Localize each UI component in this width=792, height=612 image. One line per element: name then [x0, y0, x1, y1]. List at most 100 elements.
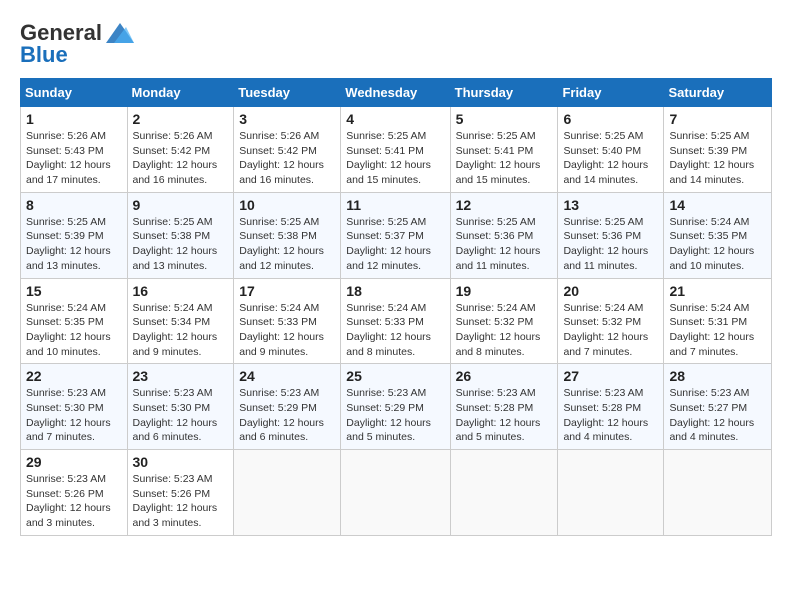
calendar-cell: 15 Sunrise: 5:24 AMSunset: 5:35 PMDayligh…	[21, 278, 128, 364]
day-info: Sunrise: 5:25 AMSunset: 5:36 PMDaylight:…	[563, 215, 658, 274]
calendar-cell: 26 Sunrise: 5:23 AMSunset: 5:28 PMDayligh…	[450, 364, 558, 450]
day-info: Sunrise: 5:24 AMSunset: 5:33 PMDaylight:…	[239, 301, 335, 360]
day-info: Sunrise: 5:23 AMSunset: 5:28 PMDaylight:…	[456, 386, 553, 445]
logo-blue: Blue	[20, 42, 68, 68]
day-info: Sunrise: 5:23 AMSunset: 5:27 PMDaylight:…	[669, 386, 766, 445]
calendar-cell	[558, 450, 664, 536]
day-number: 17	[239, 283, 335, 299]
day-number: 26	[456, 368, 553, 384]
day-info: Sunrise: 5:24 AMSunset: 5:32 PMDaylight:…	[456, 301, 553, 360]
calendar-cell	[450, 450, 558, 536]
day-number: 20	[563, 283, 658, 299]
calendar-cell: 25Sunrise: 5:23 AMSunset: 5:29 PMDayligh…	[341, 364, 450, 450]
day-number: 21	[669, 283, 766, 299]
calendar-cell: 10Sunrise: 5:25 AMSunset: 5:38 PMDayligh…	[234, 192, 341, 278]
day-info: Sunrise: 5:25 AMSunset: 5:38 PMDaylight:…	[133, 215, 229, 274]
calendar-cell: 23 Sunrise: 5:23 AMSunset: 5:30 PMDayligh…	[127, 364, 234, 450]
calendar-cell: 2 Sunrise: 5:26 AMSunset: 5:42 PMDaylight…	[127, 107, 234, 193]
day-number: 23	[133, 368, 229, 384]
day-number: 16	[133, 283, 229, 299]
day-info: Sunrise: 5:26 AMSunset: 5:43 PMDaylight:…	[26, 129, 122, 188]
calendar-cell: 3 Sunrise: 5:26 AMSunset: 5:42 PMDaylight…	[234, 107, 341, 193]
logo-icon	[106, 23, 134, 43]
day-number: 27	[563, 368, 658, 384]
day-info: Sunrise: 5:24 AMSunset: 5:34 PMDaylight:…	[133, 301, 229, 360]
day-info: Sunrise: 5:24 AMSunset: 5:35 PMDaylight:…	[26, 301, 122, 360]
calendar-cell: 4 Sunrise: 5:25 AMSunset: 5:41 PMDaylight…	[341, 107, 450, 193]
logo: General Blue	[20, 20, 134, 68]
day-number: 1	[26, 111, 122, 127]
day-number: 9	[133, 197, 229, 213]
col-header-thursday: Thursday	[450, 79, 558, 107]
day-info: Sunrise: 5:23 AMSunset: 5:26 PMDaylight:…	[26, 472, 122, 531]
calendar-cell: 17 Sunrise: 5:24 AMSunset: 5:33 PMDayligh…	[234, 278, 341, 364]
day-info: Sunrise: 5:24 AMSunset: 5:33 PMDaylight:…	[346, 301, 444, 360]
day-info: Sunrise: 5:23 AMSunset: 5:30 PMDaylight:…	[26, 386, 122, 445]
day-number: 28	[669, 368, 766, 384]
col-header-monday: Monday	[127, 79, 234, 107]
day-number: 15	[26, 283, 122, 299]
calendar-cell: 13 Sunrise: 5:25 AMSunset: 5:36 PMDayligh…	[558, 192, 664, 278]
calendar-table: SundayMondayTuesdayWednesdayThursdayFrid…	[20, 78, 772, 536]
col-header-saturday: Saturday	[664, 79, 772, 107]
calendar-cell: 18 Sunrise: 5:24 AMSunset: 5:33 PMDayligh…	[341, 278, 450, 364]
calendar-week-1: 1 Sunrise: 5:26 AMSunset: 5:43 PMDaylight…	[21, 107, 772, 193]
calendar-body: 1 Sunrise: 5:26 AMSunset: 5:43 PMDaylight…	[21, 107, 772, 536]
calendar-cell: 24 Sunrise: 5:23 AMSunset: 5:29 PMDayligh…	[234, 364, 341, 450]
col-header-wednesday: Wednesday	[341, 79, 450, 107]
day-number: 12	[456, 197, 553, 213]
calendar-cell: 12 Sunrise: 5:25 AMSunset: 5:36 PMDayligh…	[450, 192, 558, 278]
calendar-cell: 28 Sunrise: 5:23 AMSunset: 5:27 PMDayligh…	[664, 364, 772, 450]
day-info: Sunrise: 5:23 AMSunset: 5:30 PMDaylight:…	[133, 386, 229, 445]
day-info: Sunrise: 5:24 AMSunset: 5:35 PMDaylight:…	[669, 215, 766, 274]
day-number: 22	[26, 368, 122, 384]
day-info: Sunrise: 5:26 AMSunset: 5:42 PMDaylight:…	[239, 129, 335, 188]
calendar-cell: 16 Sunrise: 5:24 AMSunset: 5:34 PMDayligh…	[127, 278, 234, 364]
day-info: Sunrise: 5:25 AMSunset: 5:36 PMDaylight:…	[456, 215, 553, 274]
day-number: 29	[26, 454, 122, 470]
calendar-cell: 21Sunrise: 5:24 AMSunset: 5:31 PMDayligh…	[664, 278, 772, 364]
calendar-cell: 30Sunrise: 5:23 AMSunset: 5:26 PMDayligh…	[127, 450, 234, 536]
calendar-cell: 27 Sunrise: 5:23 AMSunset: 5:28 PMDayligh…	[558, 364, 664, 450]
calendar-week-5: 29 Sunrise: 5:23 AMSunset: 5:26 PMDayligh…	[21, 450, 772, 536]
day-number: 24	[239, 368, 335, 384]
day-number: 19	[456, 283, 553, 299]
day-number: 25	[346, 368, 444, 384]
calendar-cell: 5Sunrise: 5:25 AMSunset: 5:41 PMDaylight…	[450, 107, 558, 193]
day-info: Sunrise: 5:25 AMSunset: 5:41 PMDaylight:…	[346, 129, 444, 188]
calendar-cell: 8Sunrise: 5:25 AMSunset: 5:39 PMDaylight…	[21, 192, 128, 278]
day-number: 30	[133, 454, 229, 470]
day-number: 11	[346, 197, 444, 213]
day-info: Sunrise: 5:25 AMSunset: 5:37 PMDaylight:…	[346, 215, 444, 274]
day-info: Sunrise: 5:23 AMSunset: 5:28 PMDaylight:…	[563, 386, 658, 445]
day-info: Sunrise: 5:25 AMSunset: 5:39 PMDaylight:…	[26, 215, 122, 274]
day-info: Sunrise: 5:24 AMSunset: 5:32 PMDaylight:…	[563, 301, 658, 360]
calendar-cell: 22 Sunrise: 5:23 AMSunset: 5:30 PMDayligh…	[21, 364, 128, 450]
col-header-sunday: Sunday	[21, 79, 128, 107]
day-info: Sunrise: 5:25 AMSunset: 5:39 PMDaylight:…	[669, 129, 766, 188]
calendar-cell	[664, 450, 772, 536]
calendar-cell: 29 Sunrise: 5:23 AMSunset: 5:26 PMDayligh…	[21, 450, 128, 536]
day-number: 4	[346, 111, 444, 127]
day-number: 18	[346, 283, 444, 299]
calendar-cell: 1 Sunrise: 5:26 AMSunset: 5:43 PMDaylight…	[21, 107, 128, 193]
calendar-cell: 11 Sunrise: 5:25 AMSunset: 5:37 PMDayligh…	[341, 192, 450, 278]
day-number: 6	[563, 111, 658, 127]
day-number: 10	[239, 197, 335, 213]
day-number: 13	[563, 197, 658, 213]
calendar-cell	[234, 450, 341, 536]
calendar-week-3: 15 Sunrise: 5:24 AMSunset: 5:35 PMDayligh…	[21, 278, 772, 364]
day-number: 14	[669, 197, 766, 213]
day-info: Sunrise: 5:25 AMSunset: 5:40 PMDaylight:…	[563, 129, 658, 188]
day-info: Sunrise: 5:26 AMSunset: 5:42 PMDaylight:…	[133, 129, 229, 188]
calendar-week-2: 8Sunrise: 5:25 AMSunset: 5:39 PMDaylight…	[21, 192, 772, 278]
calendar-cell: 7 Sunrise: 5:25 AMSunset: 5:39 PMDaylight…	[664, 107, 772, 193]
day-number: 3	[239, 111, 335, 127]
day-info: Sunrise: 5:23 AMSunset: 5:29 PMDaylight:…	[239, 386, 335, 445]
col-header-tuesday: Tuesday	[234, 79, 341, 107]
calendar-cell: 6 Sunrise: 5:25 AMSunset: 5:40 PMDaylight…	[558, 107, 664, 193]
calendar-cell: 14 Sunrise: 5:24 AMSunset: 5:35 PMDayligh…	[664, 192, 772, 278]
day-number: 2	[133, 111, 229, 127]
day-number: 5	[456, 111, 553, 127]
day-number: 7	[669, 111, 766, 127]
